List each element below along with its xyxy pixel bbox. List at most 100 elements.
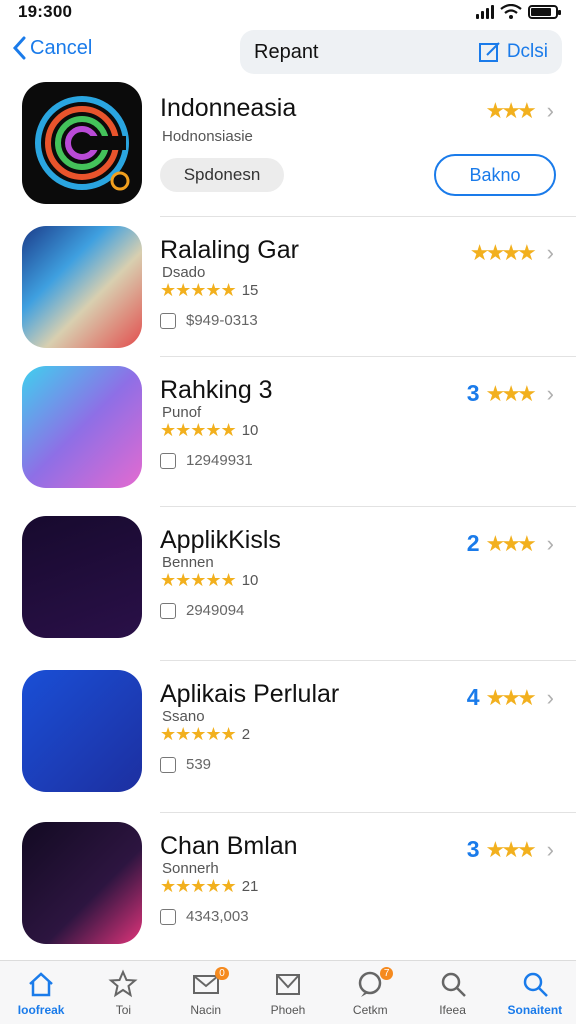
rank-rating: 2 ★★★ › xyxy=(467,530,554,557)
app-row[interactable]: ApplikKisls Bennen ★★★★★ 10 2949094 2 ★★★ › xyxy=(0,506,576,660)
app-meta: 4343,003 xyxy=(160,908,249,925)
rank-rating: 4 ★★★ › xyxy=(467,684,554,711)
rank-stars: ★★★ xyxy=(485,380,537,406)
edit-button[interactable]: Dclsi xyxy=(478,41,548,63)
rating-stars: ★★★★★ xyxy=(160,724,237,744)
tab-5[interactable]: 7 Cetkm xyxy=(329,961,411,1024)
tab-badge: 7 xyxy=(379,967,394,980)
rating-stars: ★★★★★ xyxy=(160,570,237,590)
app-icon xyxy=(22,226,142,348)
tab-label: Ifeea xyxy=(439,1002,466,1017)
wifi-icon xyxy=(500,4,522,19)
app-meta-text: 12949931 xyxy=(186,452,253,469)
get-button[interactable]: Bakno xyxy=(434,154,556,196)
chevron-right-icon: › xyxy=(546,380,554,406)
rating-count: 10 xyxy=(241,422,259,439)
rank-rating: 3 ★★★ › xyxy=(467,380,554,407)
search-icon xyxy=(441,972,466,997)
rating-count: 15 xyxy=(241,282,259,299)
search-text: Repant xyxy=(254,40,319,63)
app-icon xyxy=(22,366,142,488)
tab-7[interactable]: Sonaitent xyxy=(494,961,576,1024)
envelope-icon xyxy=(275,973,300,995)
tab-3[interactable]: 0 Nacin xyxy=(165,961,247,1024)
tab-6[interactable]: Ifeea xyxy=(411,961,493,1024)
app-row[interactable]: Aplikais Perlular Ssano ★★★★★ 2 539 4 ★★★ › xyxy=(0,660,576,812)
tab-badge: 0 xyxy=(215,967,229,980)
star-icon xyxy=(108,969,138,997)
row-divider xyxy=(160,506,576,507)
row-divider xyxy=(160,356,576,357)
app-icon xyxy=(22,822,142,944)
app-rating: ★★★★★ 2 xyxy=(160,724,250,745)
rank-stars: ★★★★ xyxy=(469,240,537,265)
tab-1[interactable]: Ioofreak xyxy=(0,961,82,1024)
rank-rating: 3 ★★★ › xyxy=(467,836,554,863)
nav-bar: Cancel Repant Dclsi xyxy=(0,30,576,76)
tab-2[interactable]: Toi xyxy=(82,961,164,1024)
rank-stars: ★★★ xyxy=(485,836,537,862)
app-rating: ★★★★★ 10 xyxy=(160,420,258,441)
tag-icon xyxy=(160,756,176,773)
app-title: ApplikKisls xyxy=(160,526,281,554)
featured-tag[interactable]: Spdonesn xyxy=(160,158,284,192)
app-icon xyxy=(22,670,142,792)
tab-label: Phoeh xyxy=(270,1002,306,1017)
edit-label: Dclsi xyxy=(506,41,548,62)
app-subtitle: Sonnerh xyxy=(162,860,219,877)
signal-icon xyxy=(476,5,494,19)
status-time: 19:300 xyxy=(18,2,73,21)
app-title: Rahking 3 xyxy=(160,376,273,404)
tag-icon xyxy=(160,452,176,469)
chevron-left-icon xyxy=(12,36,26,60)
status-icons xyxy=(476,4,561,20)
featured-rating: ★★★ › xyxy=(486,98,555,124)
home-icon xyxy=(29,971,53,996)
rank-stars: ★★★ xyxy=(485,530,537,556)
featured-app-icon xyxy=(22,82,142,204)
app-row[interactable]: Chan Bmlan Sonnerh ★★★★★ 21 4343,003 3 ★★★ › xyxy=(0,812,576,960)
app-rating: ★★★★★ 21 xyxy=(160,876,258,897)
tab-label: Cetkm xyxy=(352,1002,388,1017)
cancel-button[interactable]: Cancel xyxy=(12,36,92,60)
featured-app-title: Indonneasia xyxy=(160,94,297,122)
chevron-right-icon: › xyxy=(546,98,554,123)
app-subtitle: Dsado xyxy=(162,264,206,281)
rank-number: 4 xyxy=(466,684,480,710)
featured-app[interactable]: Indonneasia Hodnonsiasie ★★★ › Spdonesn … xyxy=(0,80,576,216)
row-divider xyxy=(160,216,576,217)
row-divider xyxy=(160,660,576,661)
tag-icon xyxy=(160,602,176,619)
app-meta-text: 4343,003 xyxy=(186,908,249,925)
tab-label: Sonaitent xyxy=(507,1002,563,1017)
rating-count: 21 xyxy=(241,878,259,895)
tab-bar: Ioofreak Toi 0 Nacin Phoeh 7 Cetkm Ifeea Sonaite… xyxy=(0,960,576,1024)
app-row[interactable]: Ralaling Gar Dsado ★★★★★ 15 $949-0313 ★★★★ › xyxy=(0,216,576,356)
app-subtitle: Punof xyxy=(162,404,202,421)
search-field[interactable]: Repant Dclsi xyxy=(240,30,562,74)
rank-rating: ★★★★ › xyxy=(470,240,554,266)
app-subtitle: Ssano xyxy=(162,708,205,725)
rating-count: 10 xyxy=(241,572,259,589)
featured-app-subtitle: Hodnonsiasie xyxy=(162,128,253,145)
featured-rating-stars: ★★★ xyxy=(485,98,537,123)
search-icon xyxy=(523,972,548,997)
tab-label: Ioofreak xyxy=(17,1002,65,1017)
chevron-right-icon: › xyxy=(546,530,554,556)
app-meta: 2949094 xyxy=(160,602,244,619)
status-bar: 19:300 xyxy=(0,0,576,24)
app-meta: 12949931 xyxy=(160,452,253,469)
rating-stars: ★★★★★ xyxy=(160,420,237,440)
app-meta-text: 539 xyxy=(186,756,212,773)
app-row[interactable]: Rahking 3 Punof ★★★★★ 10 12949931 3 ★★★ › xyxy=(0,356,576,506)
tab-label: Nacin xyxy=(190,1002,222,1017)
rank-number: 3 xyxy=(466,380,480,406)
tab-4[interactable]: Phoeh xyxy=(247,961,329,1024)
app-meta-text: $949-0313 xyxy=(186,312,258,329)
chevron-right-icon: › xyxy=(546,836,554,862)
row-divider xyxy=(160,812,576,813)
app-subtitle: Bennen xyxy=(162,554,214,571)
rating-stars: ★★★★★ xyxy=(160,280,237,300)
tag-icon xyxy=(160,312,176,329)
rank-number: 3 xyxy=(466,836,480,862)
